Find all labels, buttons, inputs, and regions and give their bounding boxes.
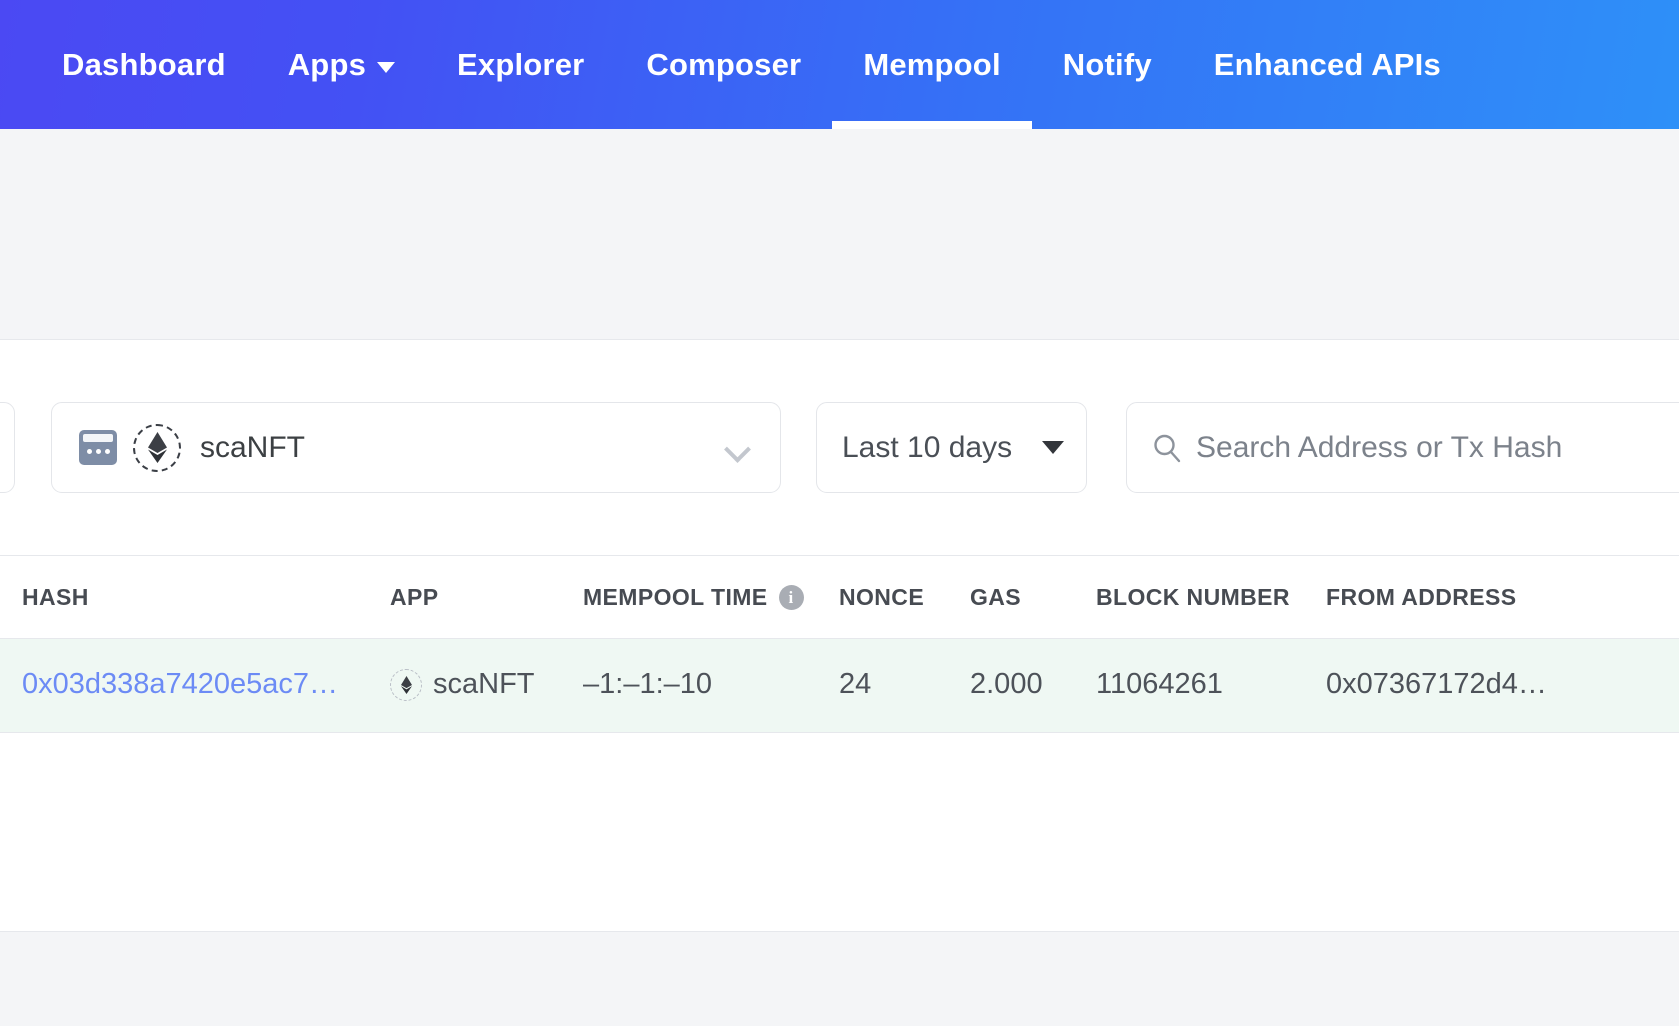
nav-item-label: Notify: [1063, 47, 1152, 83]
column-header-from-address[interactable]: FROM ADDRESS: [1326, 556, 1679, 639]
date-range-selector[interactable]: Last 10 days: [816, 402, 1087, 493]
date-range-label: Last 10 days: [842, 431, 1012, 465]
app-selector[interactable]: scaNFT: [51, 402, 781, 493]
cell-block-number: 11064261: [1096, 639, 1326, 733]
nav-item-mempool[interactable]: Mempool: [832, 0, 1031, 129]
tx-hash-link[interactable]: 0x03d338a7420e5ac7…: [22, 668, 338, 700]
nav-item-label: Apps: [288, 47, 366, 83]
column-label: FROM ADDRESS: [1326, 584, 1517, 611]
page-bottom-spacer: [0, 931, 1679, 1026]
column-label: NONCE: [839, 584, 924, 611]
table-head: HASH APP MEMPOOL TIME i NONCE: [0, 556, 1679, 639]
column-label: HASH: [22, 584, 89, 611]
cell-gas: 2.000: [970, 639, 1096, 733]
search-field[interactable]: [1126, 402, 1679, 493]
column-header-gas[interactable]: GAS: [970, 556, 1096, 639]
nav-item-dashboard[interactable]: Dashboard: [62, 0, 257, 129]
cell-from-address: 0x07367172d4…: [1326, 639, 1679, 733]
nav-item-label: Explorer: [457, 47, 584, 83]
nav-item-composer[interactable]: Composer: [615, 0, 832, 129]
app-name: scaNFT: [433, 668, 535, 701]
app-selector-value: scaNFT: [79, 424, 305, 472]
search-input[interactable]: [1196, 431, 1679, 465]
table-row[interactable]: 0x03d338a7420e5ac7… scaNFT: [0, 639, 1679, 733]
ethereum-icon: [133, 424, 181, 472]
column-label: GAS: [970, 584, 1021, 611]
nav-items: Dashboard Apps Explorer Composer Mempool…: [0, 0, 1472, 129]
content-top-spacer: [0, 129, 1679, 340]
column-label: APP: [390, 584, 439, 611]
filter-bar: scaNFT Last 10 days: [0, 340, 1679, 555]
mempool-page: Dashboard Apps Explorer Composer Mempool…: [0, 0, 1679, 1026]
column-header-mempool-time[interactable]: MEMPOOL TIME i: [583, 556, 839, 639]
cell-nonce: 24: [839, 639, 970, 733]
column-header-block-number[interactable]: BLOCK NUMBER: [1096, 556, 1326, 639]
mempool-card: scaNFT Last 10 days: [0, 340, 1679, 931]
column-label: MEMPOOL TIME: [583, 584, 768, 611]
column-header-hash[interactable]: HASH: [0, 556, 390, 639]
caret-down-icon: [377, 62, 395, 73]
column-header-app[interactable]: APP: [390, 556, 583, 639]
nav-item-label: Dashboard: [62, 47, 226, 83]
chevron-down-icon: [726, 440, 752, 455]
table-header-row: HASH APP MEMPOOL TIME i NONCE: [0, 556, 1679, 639]
cell-hash: 0x03d338a7420e5ac7…: [0, 639, 390, 733]
search-icon: [1152, 433, 1182, 463]
nav-item-label: Composer: [646, 47, 801, 83]
nav-item-label: Enhanced APIs: [1214, 47, 1441, 83]
nav-item-notify[interactable]: Notify: [1032, 0, 1183, 129]
nav-item-label: Mempool: [863, 47, 1000, 83]
cell-app: scaNFT: [390, 639, 583, 733]
nav-item-apps[interactable]: Apps: [257, 0, 426, 129]
table-body: 0x03d338a7420e5ac7… scaNFT: [0, 639, 1679, 733]
nav-item-explorer[interactable]: Explorer: [426, 0, 615, 129]
column-header-nonce[interactable]: NONCE: [839, 556, 970, 639]
nav-item-enhanced-apis[interactable]: Enhanced APIs: [1183, 0, 1472, 129]
app-selector-label: scaNFT: [200, 431, 305, 465]
transactions-table: HASH APP MEMPOOL TIME i NONCE: [0, 556, 1679, 733]
info-icon[interactable]: i: [779, 585, 804, 610]
filter-offscreen-partial[interactable]: [0, 402, 15, 493]
top-navbar: Dashboard Apps Explorer Composer Mempool…: [0, 0, 1679, 129]
caret-down-icon: [1042, 441, 1064, 454]
cell-mempool-time: –1:–1:–10: [583, 639, 839, 733]
ethereum-icon: [390, 669, 422, 701]
browser-window-icon: [79, 430, 117, 465]
column-label: BLOCK NUMBER: [1096, 584, 1290, 611]
transactions-table-wrap: HASH APP MEMPOOL TIME i NONCE: [0, 555, 1679, 733]
